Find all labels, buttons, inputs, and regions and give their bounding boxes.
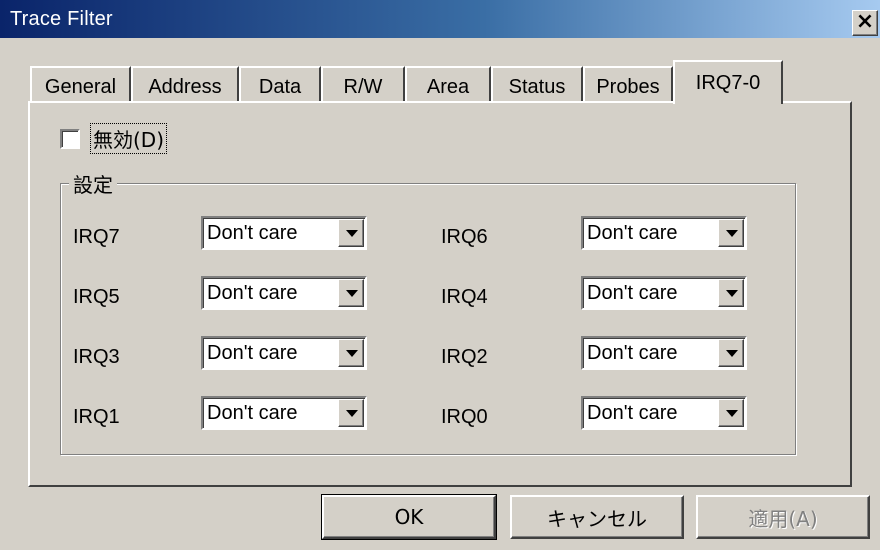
ok-button-label: OK bbox=[394, 505, 424, 529]
irq6-label: IRQ6 bbox=[441, 226, 488, 248]
apply-button[interactable]: 適用(A) bbox=[696, 495, 870, 539]
ok-button[interactable]: OK bbox=[321, 494, 497, 540]
irq7-label: IRQ7 bbox=[73, 226, 120, 248]
irq4-label: IRQ4 bbox=[441, 286, 488, 308]
disable-checkbox[interactable] bbox=[60, 128, 80, 149]
tab-label: Data bbox=[258, 76, 302, 98]
irq3-select[interactable]: Don't care bbox=[201, 336, 367, 370]
tab-label: Area bbox=[426, 76, 470, 98]
chevron-down-icon bbox=[726, 410, 738, 417]
dropdown-button[interactable] bbox=[338, 219, 364, 247]
tab-label: Probes bbox=[596, 76, 660, 98]
disable-checkbox-label[interactable]: 無効(D) bbox=[90, 123, 168, 154]
tab-irq7-0[interactable]: IRQ7-0 bbox=[673, 60, 783, 104]
irq6-value: Don't care bbox=[587, 222, 678, 244]
tab-status[interactable]: Status bbox=[491, 66, 583, 102]
tab-label: Status bbox=[508, 76, 566, 98]
tab-data[interactable]: Data bbox=[239, 66, 321, 102]
irq7-select[interactable]: Don't care bbox=[201, 216, 367, 250]
chevron-down-icon bbox=[726, 350, 738, 357]
tab-label: General bbox=[44, 76, 117, 98]
dropdown-button[interactable] bbox=[718, 399, 744, 427]
dropdown-button[interactable] bbox=[338, 399, 364, 427]
irq2-value: Don't care bbox=[587, 342, 678, 364]
close-button[interactable]: × bbox=[852, 10, 878, 36]
irq5-label: IRQ5 bbox=[73, 286, 120, 308]
irq5-value: Don't care bbox=[207, 282, 298, 304]
irq0-label: IRQ0 bbox=[441, 406, 488, 428]
chevron-down-icon bbox=[346, 350, 358, 357]
dropdown-button[interactable] bbox=[718, 279, 744, 307]
title-bar[interactable]: Trace Filter × bbox=[0, 0, 880, 38]
tab-label: Address bbox=[148, 76, 222, 98]
irq7-value: Don't care bbox=[207, 222, 298, 244]
window-title: Trace Filter bbox=[10, 8, 113, 30]
tab-panel-irq: 無効(D) 設定 IRQ7 Don't care IRQ6 Don't care… bbox=[28, 101, 852, 487]
dropdown-button[interactable] bbox=[338, 339, 364, 367]
tab-area[interactable]: Area bbox=[405, 66, 491, 102]
irq4-select[interactable]: Don't care bbox=[581, 276, 747, 310]
irq6-select[interactable]: Don't care bbox=[581, 216, 747, 250]
settings-group-title: 設定 bbox=[69, 169, 117, 198]
close-icon: × bbox=[855, 9, 875, 34]
chevron-down-icon bbox=[346, 410, 358, 417]
irq0-value: Don't care bbox=[587, 402, 678, 424]
irq1-select[interactable]: Don't care bbox=[201, 396, 367, 430]
chevron-down-icon bbox=[346, 230, 358, 237]
dropdown-button[interactable] bbox=[718, 339, 744, 367]
settings-group: 設定 IRQ7 Don't care IRQ6 Don't care IRQ5 … bbox=[60, 169, 796, 455]
irq5-select[interactable]: Don't care bbox=[201, 276, 367, 310]
dropdown-button[interactable] bbox=[338, 279, 364, 307]
cancel-button[interactable]: キャンセル bbox=[510, 495, 684, 539]
chevron-down-icon bbox=[346, 290, 358, 297]
irq1-value: Don't care bbox=[207, 402, 298, 424]
irq4-value: Don't care bbox=[587, 282, 678, 304]
dropdown-button[interactable] bbox=[718, 219, 744, 247]
disable-checkbox-row[interactable]: 無効(D) bbox=[60, 123, 168, 154]
chevron-down-icon bbox=[726, 290, 738, 297]
irq1-label: IRQ1 bbox=[73, 406, 120, 428]
tab-label: IRQ7-0 bbox=[695, 72, 761, 94]
tab-rw[interactable]: R/W bbox=[321, 66, 405, 102]
irq2-select[interactable]: Don't care bbox=[581, 336, 747, 370]
chevron-down-icon bbox=[726, 230, 738, 237]
tab-probes[interactable]: Probes bbox=[583, 66, 673, 102]
irq2-label: IRQ2 bbox=[441, 346, 488, 368]
irq0-select[interactable]: Don't care bbox=[581, 396, 747, 430]
tab-general[interactable]: General bbox=[30, 66, 131, 102]
irq3-value: Don't care bbox=[207, 342, 298, 364]
cancel-button-label: キャンセル bbox=[547, 506, 647, 531]
irq3-label: IRQ3 bbox=[73, 346, 120, 368]
apply-button-label: 適用(A) bbox=[748, 506, 818, 531]
tab-label: R/W bbox=[343, 76, 383, 98]
tab-address[interactable]: Address bbox=[131, 66, 239, 102]
